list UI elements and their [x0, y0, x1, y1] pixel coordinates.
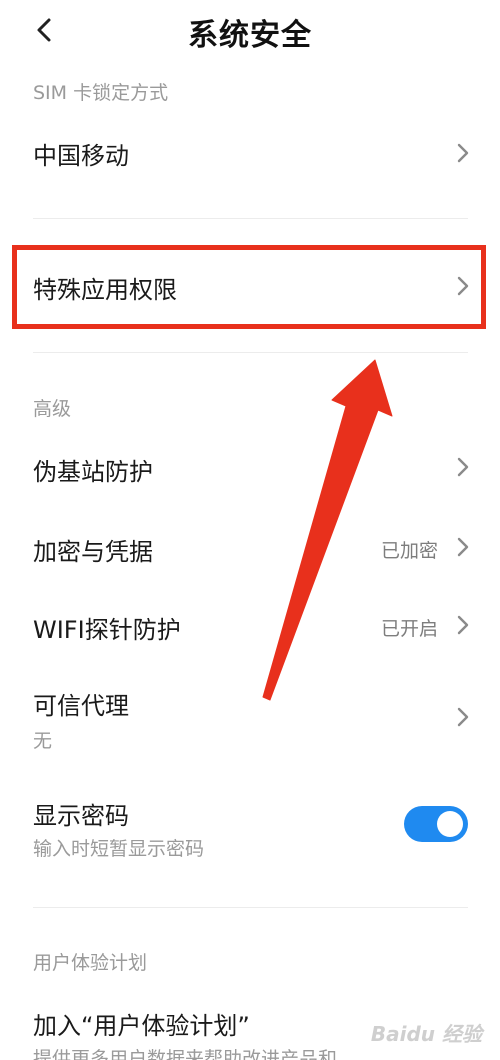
page-title: 系统安全 [188, 18, 312, 53]
chevron-right-icon [457, 615, 469, 635]
row-title: WIFI探针防护 [33, 616, 181, 644]
toggle-knob [437, 811, 463, 837]
chevron-right-icon [457, 276, 469, 296]
encryption-credentials-row[interactable]: 加密与凭据 已加密 [0, 516, 500, 580]
chevron-right-icon [457, 457, 469, 477]
divider [33, 352, 468, 353]
sim-carrier-row[interactable]: 中国移动 [0, 120, 500, 190]
row-title: 加入“用户体验计划” [33, 1012, 250, 1040]
trusted-agents-row[interactable]: 可信代理 无 [0, 672, 500, 762]
section-label-sim: SIM 卡锁定方式 [33, 82, 169, 104]
chevron-right-icon [457, 707, 469, 727]
row-title: 可信代理 [33, 692, 129, 720]
special-app-permissions-row[interactable]: 特殊应用权限 [0, 250, 500, 324]
chevron-right-icon [457, 537, 469, 557]
row-title: 中国移动 [33, 142, 129, 170]
header-bar: 系统安全 [0, 0, 500, 60]
row-value: 已开启 [380, 618, 438, 640]
divider [33, 218, 468, 219]
row-subtitle: 提供更多用户数据来帮助改进产品和 [33, 1048, 338, 1060]
wifi-probe-protection-row[interactable]: WIFI探针防护 已开启 [0, 594, 500, 658]
section-label-advanced: 高级 [33, 398, 72, 420]
section-label-ux: 用户体验计划 [33, 952, 148, 974]
row-title: 伪基站防护 [33, 458, 153, 486]
divider [33, 907, 468, 908]
row-title: 加密与凭据 [33, 538, 153, 566]
watermark-logo: Baidu 经验 [370, 1022, 482, 1046]
chevron-right-icon [457, 143, 469, 163]
show-password-toggle[interactable] [404, 806, 468, 842]
row-value: 已加密 [380, 540, 438, 562]
fake-base-station-row[interactable]: 伪基站防护 [0, 436, 500, 500]
row-title: 显示密码 [33, 802, 129, 830]
row-subtitle: 输入时短暂显示密码 [33, 838, 205, 860]
row-subtitle: 无 [33, 730, 53, 752]
row-title: 特殊应用权限 [33, 276, 177, 304]
